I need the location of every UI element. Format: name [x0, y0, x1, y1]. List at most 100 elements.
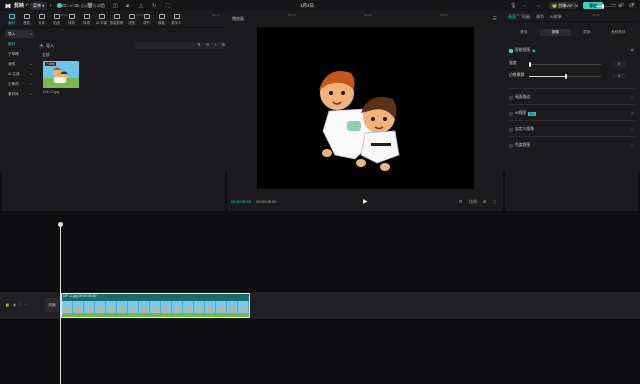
more-icon[interactable]: ⋯	[24, 302, 28, 307]
edge-blur-slider-knob[interactable]	[565, 74, 567, 79]
tab-label: 调节	[143, 21, 150, 25]
keyframe-icon[interactable]: ◇	[631, 127, 634, 132]
clip-frame	[117, 301, 128, 317]
custom-matting-checkbox[interactable]	[509, 127, 513, 132]
player-panel: 播放器 ☰ 00:00:00:00 00:00:05:00 ▶ ⊡ 比例 ⊞ ⛶	[227, 12, 503, 211]
custom-matting-row[interactable]: 自定义抠像	[509, 127, 634, 132]
clip-frame	[216, 301, 227, 317]
keyframe-icon[interactable]: ▣	[630, 47, 634, 52]
nav-label: AI 生成	[8, 71, 20, 76]
filter-icon[interactable]: ≡	[214, 42, 216, 47]
undo-icon[interactable]: ↶	[25, 3, 29, 9]
lock-icon[interactable]: 🔒	[5, 302, 10, 307]
nav-item-media[interactable]: 素材	[5, 40, 34, 48]
stroke-checkbox[interactable]	[509, 95, 513, 100]
reverse-icon[interactable]: ◫	[113, 3, 118, 9]
reset-icon[interactable]: ↺	[631, 111, 634, 116]
smart-matting-row[interactable]: 智能抠图 ◆	[509, 48, 634, 53]
matting-icon[interactable]: △	[139, 3, 143, 9]
settings-icon[interactable]: ⊟	[629, 3, 633, 9]
properties-panel: 画面 动画 调节 AI效果 基础 抠像 蒙版 美颜美体 智能抠图 ◆ ▣ 强度 …	[505, 12, 638, 211]
nav-label: 云素材	[8, 81, 19, 86]
clip-frame	[62, 301, 73, 317]
grid-icon[interactable]: ⊞	[222, 42, 225, 47]
mirror-icon[interactable]: ⧈	[126, 3, 129, 9]
crop-icon[interactable]: ⛶	[166, 3, 170, 9]
subtab-beauty[interactable]: 美颜美体	[603, 29, 635, 36]
zoom-in-icon[interactable]: ⊕	[618, 3, 622, 9]
freeze-icon[interactable]: ▢	[100, 3, 105, 9]
ratio-button[interactable]: 比例	[469, 199, 477, 205]
split-right-icon[interactable]: ⊐	[74, 3, 78, 9]
linkage-icon[interactable]: ⇔	[550, 3, 555, 9]
nav-item-import[interactable]: 导入 ▾	[5, 30, 34, 38]
tab-label: 素材	[8, 21, 15, 25]
nav-label: 素材	[8, 41, 16, 46]
split-left-icon[interactable]: ⊏	[62, 3, 66, 9]
nav-item-mine[interactable]: 我的 ▸	[5, 60, 34, 68]
clip-frame	[194, 301, 205, 317]
timecode-current: 00:00:00:00	[231, 200, 252, 204]
reset-icon[interactable]: ◇	[631, 95, 634, 100]
fullscreen-icon[interactable]: ⛶	[493, 199, 496, 204]
select-tool-icon[interactable]: ↖	[5, 3, 9, 9]
strength-value[interactable]: 0	[612, 61, 626, 67]
preview-axis-icon[interactable]: ⊞	[562, 3, 566, 9]
nav-item-library[interactable]: 素材库 ▸	[5, 90, 34, 98]
redo-icon[interactable]: ↷	[37, 3, 41, 9]
nav-label: 导入	[8, 31, 16, 36]
sort-icon[interactable]: ⇅	[197, 42, 200, 47]
zoom-out-icon[interactable]: ⊖	[586, 3, 590, 9]
nav-item-cloud[interactable]: 云素材 ▸	[5, 80, 34, 88]
zoom-slider[interactable]	[596, 4, 616, 9]
main-track-link-icon[interactable]: ⇔	[522, 3, 527, 9]
strength-slider-knob[interactable]	[529, 62, 531, 67]
ruler-tick: 00:10	[212, 13, 220, 17]
cover-button[interactable]: 封面	[45, 298, 59, 312]
nav-item-subdraft[interactable]: 子草稿	[5, 50, 34, 58]
edge-blur-slider[interactable]	[529, 74, 601, 79]
tab-audio[interactable]: 音频	[19, 14, 34, 25]
mute-icon[interactable]: ♪	[19, 302, 21, 307]
eye-icon[interactable]: ◉	[13, 302, 16, 307]
ai-matting-row[interactable]: AI抠图 限免	[509, 111, 634, 116]
diamond-icon: ◆	[532, 49, 536, 53]
import-button[interactable]: + 导入	[39, 43, 54, 49]
playhead[interactable]	[60, 224, 61, 384]
clip-frame	[84, 301, 95, 317]
subtab-mask[interactable]: 蒙版	[571, 29, 603, 36]
chroma-key-checkbox[interactable]	[509, 143, 513, 148]
auto-snap-icon[interactable]: ⇔	[536, 3, 541, 9]
timeline-ruler[interactable]: 00:00 00:05 00:10 00:15 00:20 00:25 00:3…	[60, 12, 640, 19]
delete-icon[interactable]: 🗑	[87, 3, 93, 9]
playhead-handle[interactable]	[58, 222, 63, 227]
zoom-fit-icon[interactable]: ⇲	[574, 3, 578, 9]
edge-blur-value[interactable]: 0	[612, 73, 626, 79]
nav-item-ai-generate[interactable]: AI 生成 ▸	[5, 70, 34, 78]
nav-label: 子草稿	[8, 51, 19, 56]
chroma-key-row[interactable]: 色度抠图	[509, 143, 634, 148]
rotate-icon[interactable]: ↻	[152, 3, 156, 9]
list-icon[interactable]: ☰	[206, 42, 210, 47]
play-button[interactable]: ▶	[363, 198, 368, 205]
media-thumbnail[interactable]: 已添加	[43, 61, 79, 88]
stroke-row[interactable]: 画面描边	[509, 95, 634, 100]
keyframe-icon[interactable]: ◇	[631, 143, 634, 148]
tab-text[interactable]: 文本	[34, 14, 49, 25]
clip-frame	[95, 301, 106, 317]
zoom-slider-knob[interactable]	[602, 4, 604, 9]
crop-icon[interactable]: ⊞	[483, 199, 486, 204]
fit-icon[interactable]: ⊡	[459, 199, 462, 204]
smart-matting-checkbox[interactable]	[509, 48, 513, 53]
strength-slider[interactable]	[529, 62, 601, 67]
video-clip[interactable]: DIF-C.jpg 00:00:05:00	[61, 293, 250, 318]
ai-matting-checkbox[interactable]	[509, 111, 513, 116]
split-icon[interactable]: ⟊	[50, 3, 51, 9]
preview-canvas[interactable]	[257, 27, 474, 189]
microphone-icon[interactable]: 🎙	[510, 3, 516, 9]
plus-icon: +	[39, 42, 44, 49]
tab-media[interactable]: 素材	[4, 14, 19, 25]
ruler-tick: 00:00	[60, 13, 68, 17]
subtab-matting[interactable]: 抠像	[539, 29, 571, 36]
subtab-basic[interactable]: 基础	[508, 29, 540, 36]
